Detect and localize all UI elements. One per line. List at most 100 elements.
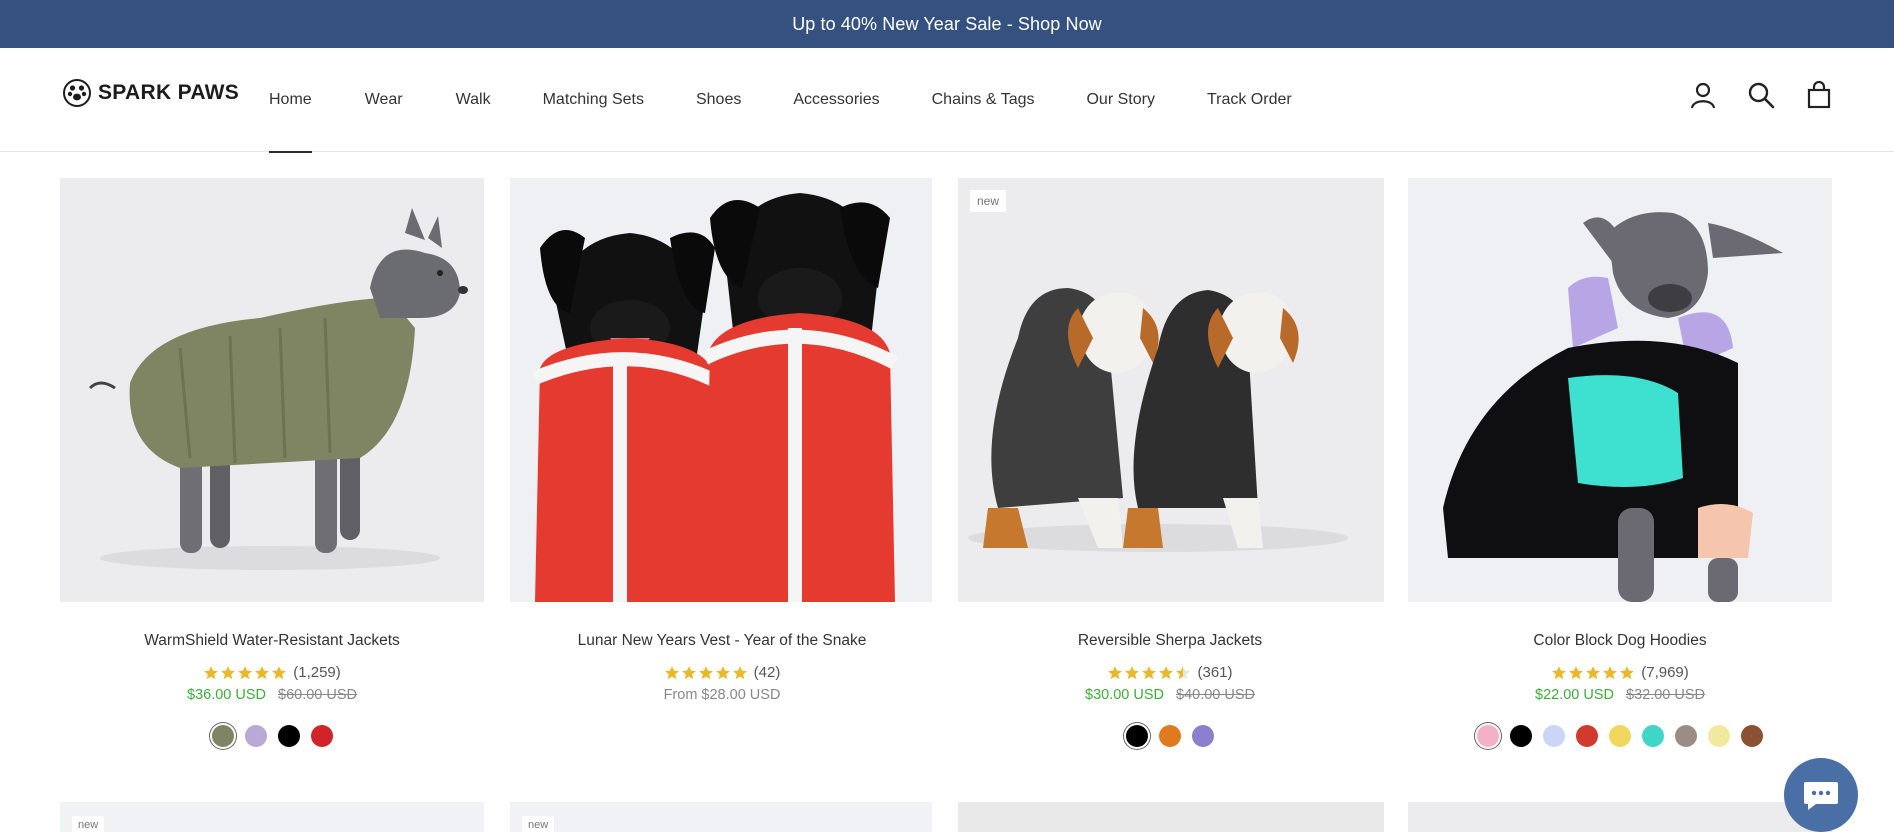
- product-image[interactable]: [510, 178, 932, 602]
- star-full-icon: [715, 665, 730, 679]
- product-card[interactable]: WarmShield Water-Resistant Jackets (1,25…: [60, 178, 484, 747]
- compare-price: $32.00 USD: [1626, 687, 1705, 703]
- nav-matching-sets[interactable]: Matching Sets: [543, 48, 644, 152]
- product-title[interactable]: Color Block Dog Hoodies: [1408, 632, 1832, 650]
- review-count: (7,969): [1641, 664, 1689, 681]
- compare-price: $40.00 USD: [1176, 687, 1255, 703]
- product-image[interactable]: [958, 802, 1384, 832]
- color-swatch[interactable]: [1477, 725, 1499, 747]
- dog-hoodie-illustration: [1408, 178, 1832, 602]
- paw-logo-icon: [63, 79, 91, 107]
- star-full-icon: [1552, 665, 1567, 679]
- rating-stars: [203, 665, 287, 681]
- announcement-text[interactable]: Up to 40% New Year Sale - Shop Now: [792, 14, 1102, 35]
- nav-walk[interactable]: Walk: [456, 48, 491, 152]
- color-swatches: [1408, 725, 1832, 747]
- product-card[interactable]: new Reversible Sherpa Jackets (361) $30.…: [958, 178, 1384, 747]
- rating-stars: [1107, 665, 1191, 681]
- color-swatch[interactable]: [310, 725, 333, 747]
- nav-our-story[interactable]: Our Story: [1086, 48, 1154, 152]
- star-full-icon: [664, 665, 679, 679]
- sale-price: $30.00 USD: [1085, 687, 1164, 703]
- star-full-icon: [1108, 665, 1123, 679]
- nav-chains-tags[interactable]: Chains & Tags: [932, 48, 1035, 152]
- color-swatch[interactable]: [244, 725, 267, 747]
- compare-price: $60.00 USD: [278, 687, 357, 703]
- star-full-icon: [681, 665, 696, 679]
- product-price: $22.00 USD $32.00 USD: [1408, 687, 1832, 703]
- search-icon[interactable]: [1746, 80, 1776, 110]
- color-swatch[interactable]: [1675, 725, 1697, 747]
- dogs-sherpa-illustration: [958, 178, 1384, 602]
- star-full-icon: [732, 665, 747, 679]
- star-full-icon: [272, 665, 287, 679]
- product-title[interactable]: WarmShield Water-Resistant Jackets: [60, 632, 484, 650]
- star-full-icon: [221, 665, 236, 679]
- cart-icon[interactable]: [1804, 80, 1834, 110]
- new-badge: new: [970, 190, 1007, 212]
- star-full-icon: [1603, 665, 1618, 679]
- color-swatch[interactable]: [1159, 725, 1181, 747]
- product-image[interactable]: [60, 178, 484, 602]
- star-full-icon: [698, 665, 713, 679]
- product-title[interactable]: Lunar New Years Vest - Year of the Snake: [510, 632, 934, 650]
- color-swatch[interactable]: [277, 725, 300, 747]
- account-icon[interactable]: [1688, 80, 1718, 110]
- chat-bubble-icon: [1804, 782, 1838, 810]
- star-full-icon: [1125, 665, 1140, 679]
- product-rating: (42): [510, 664, 934, 681]
- nav-wear[interactable]: Wear: [365, 48, 403, 152]
- color-swatch[interactable]: [1126, 725, 1148, 747]
- announcement-bar[interactable]: Up to 40% New Year Sale - Shop Now: [0, 0, 1894, 48]
- site-header: SPARK PAWS Home Wear Walk Matching Sets …: [0, 48, 1894, 153]
- rating-stars: [664, 665, 748, 681]
- brand-name: SPARK PAWS: [98, 81, 240, 104]
- dogs-vest-illustration: [510, 178, 932, 602]
- star-full-icon: [1586, 665, 1601, 679]
- brand-logo[interactable]: SPARK PAWS: [62, 78, 239, 108]
- product-rating: (7,969): [1408, 664, 1832, 681]
- nav-home[interactable]: Home: [269, 48, 312, 153]
- nav-accessories[interactable]: Accessories: [793, 48, 879, 152]
- review-count: (361): [1197, 664, 1233, 681]
- nav-track-order[interactable]: Track Order: [1207, 48, 1292, 152]
- color-swatch[interactable]: [1543, 725, 1565, 747]
- sale-price: $22.00 USD: [1535, 687, 1614, 703]
- star-full-icon: [255, 665, 270, 679]
- from-price: From $28.00 USD: [663, 687, 781, 703]
- chat-button[interactable]: [1784, 758, 1858, 832]
- color-swatch[interactable]: [1192, 725, 1214, 747]
- color-swatch[interactable]: [1510, 725, 1532, 747]
- color-swatch[interactable]: [1708, 725, 1730, 747]
- star-half-icon: [1176, 665, 1191, 679]
- nav-shoes[interactable]: Shoes: [696, 48, 741, 152]
- color-swatches: [958, 725, 1382, 747]
- sale-price: $36.00 USD: [187, 687, 266, 703]
- header-actions: [1688, 80, 1834, 110]
- product-price: $30.00 USD $40.00 USD: [958, 687, 1382, 703]
- product-image[interactable]: new: [510, 802, 932, 832]
- product-image[interactable]: [1408, 178, 1832, 602]
- star-full-icon: [1620, 665, 1635, 679]
- product-rating: (1,259): [60, 664, 484, 681]
- main-nav: Home Wear Walk Matching Sets Shoes Acces…: [269, 48, 1292, 153]
- rating-stars: [1551, 665, 1635, 681]
- color-swatches: [60, 725, 484, 747]
- star-full-icon: [1569, 665, 1584, 679]
- product-card[interactable]: Color Block Dog Hoodies (7,969) $22.00 U…: [1408, 178, 1832, 747]
- review-count: (42): [753, 664, 781, 681]
- product-image[interactable]: new: [958, 178, 1384, 602]
- product-card[interactable]: Lunar New Years Vest - Year of the Snake…: [510, 178, 934, 703]
- product-image[interactable]: new: [60, 802, 484, 832]
- color-swatch[interactable]: [1576, 725, 1598, 747]
- product-image[interactable]: [1408, 802, 1832, 832]
- color-swatch[interactable]: [1609, 725, 1631, 747]
- star-full-icon: [204, 665, 219, 679]
- product-grid-row-2: new new: [0, 802, 1894, 832]
- product-title[interactable]: Reversible Sherpa Jackets: [958, 632, 1382, 650]
- product-price: From $28.00 USD: [510, 687, 934, 703]
- color-swatch[interactable]: [1741, 725, 1763, 747]
- color-swatch[interactable]: [1642, 725, 1664, 747]
- color-swatch[interactable]: [211, 725, 234, 747]
- product-price: $36.00 USD $60.00 USD: [60, 687, 484, 703]
